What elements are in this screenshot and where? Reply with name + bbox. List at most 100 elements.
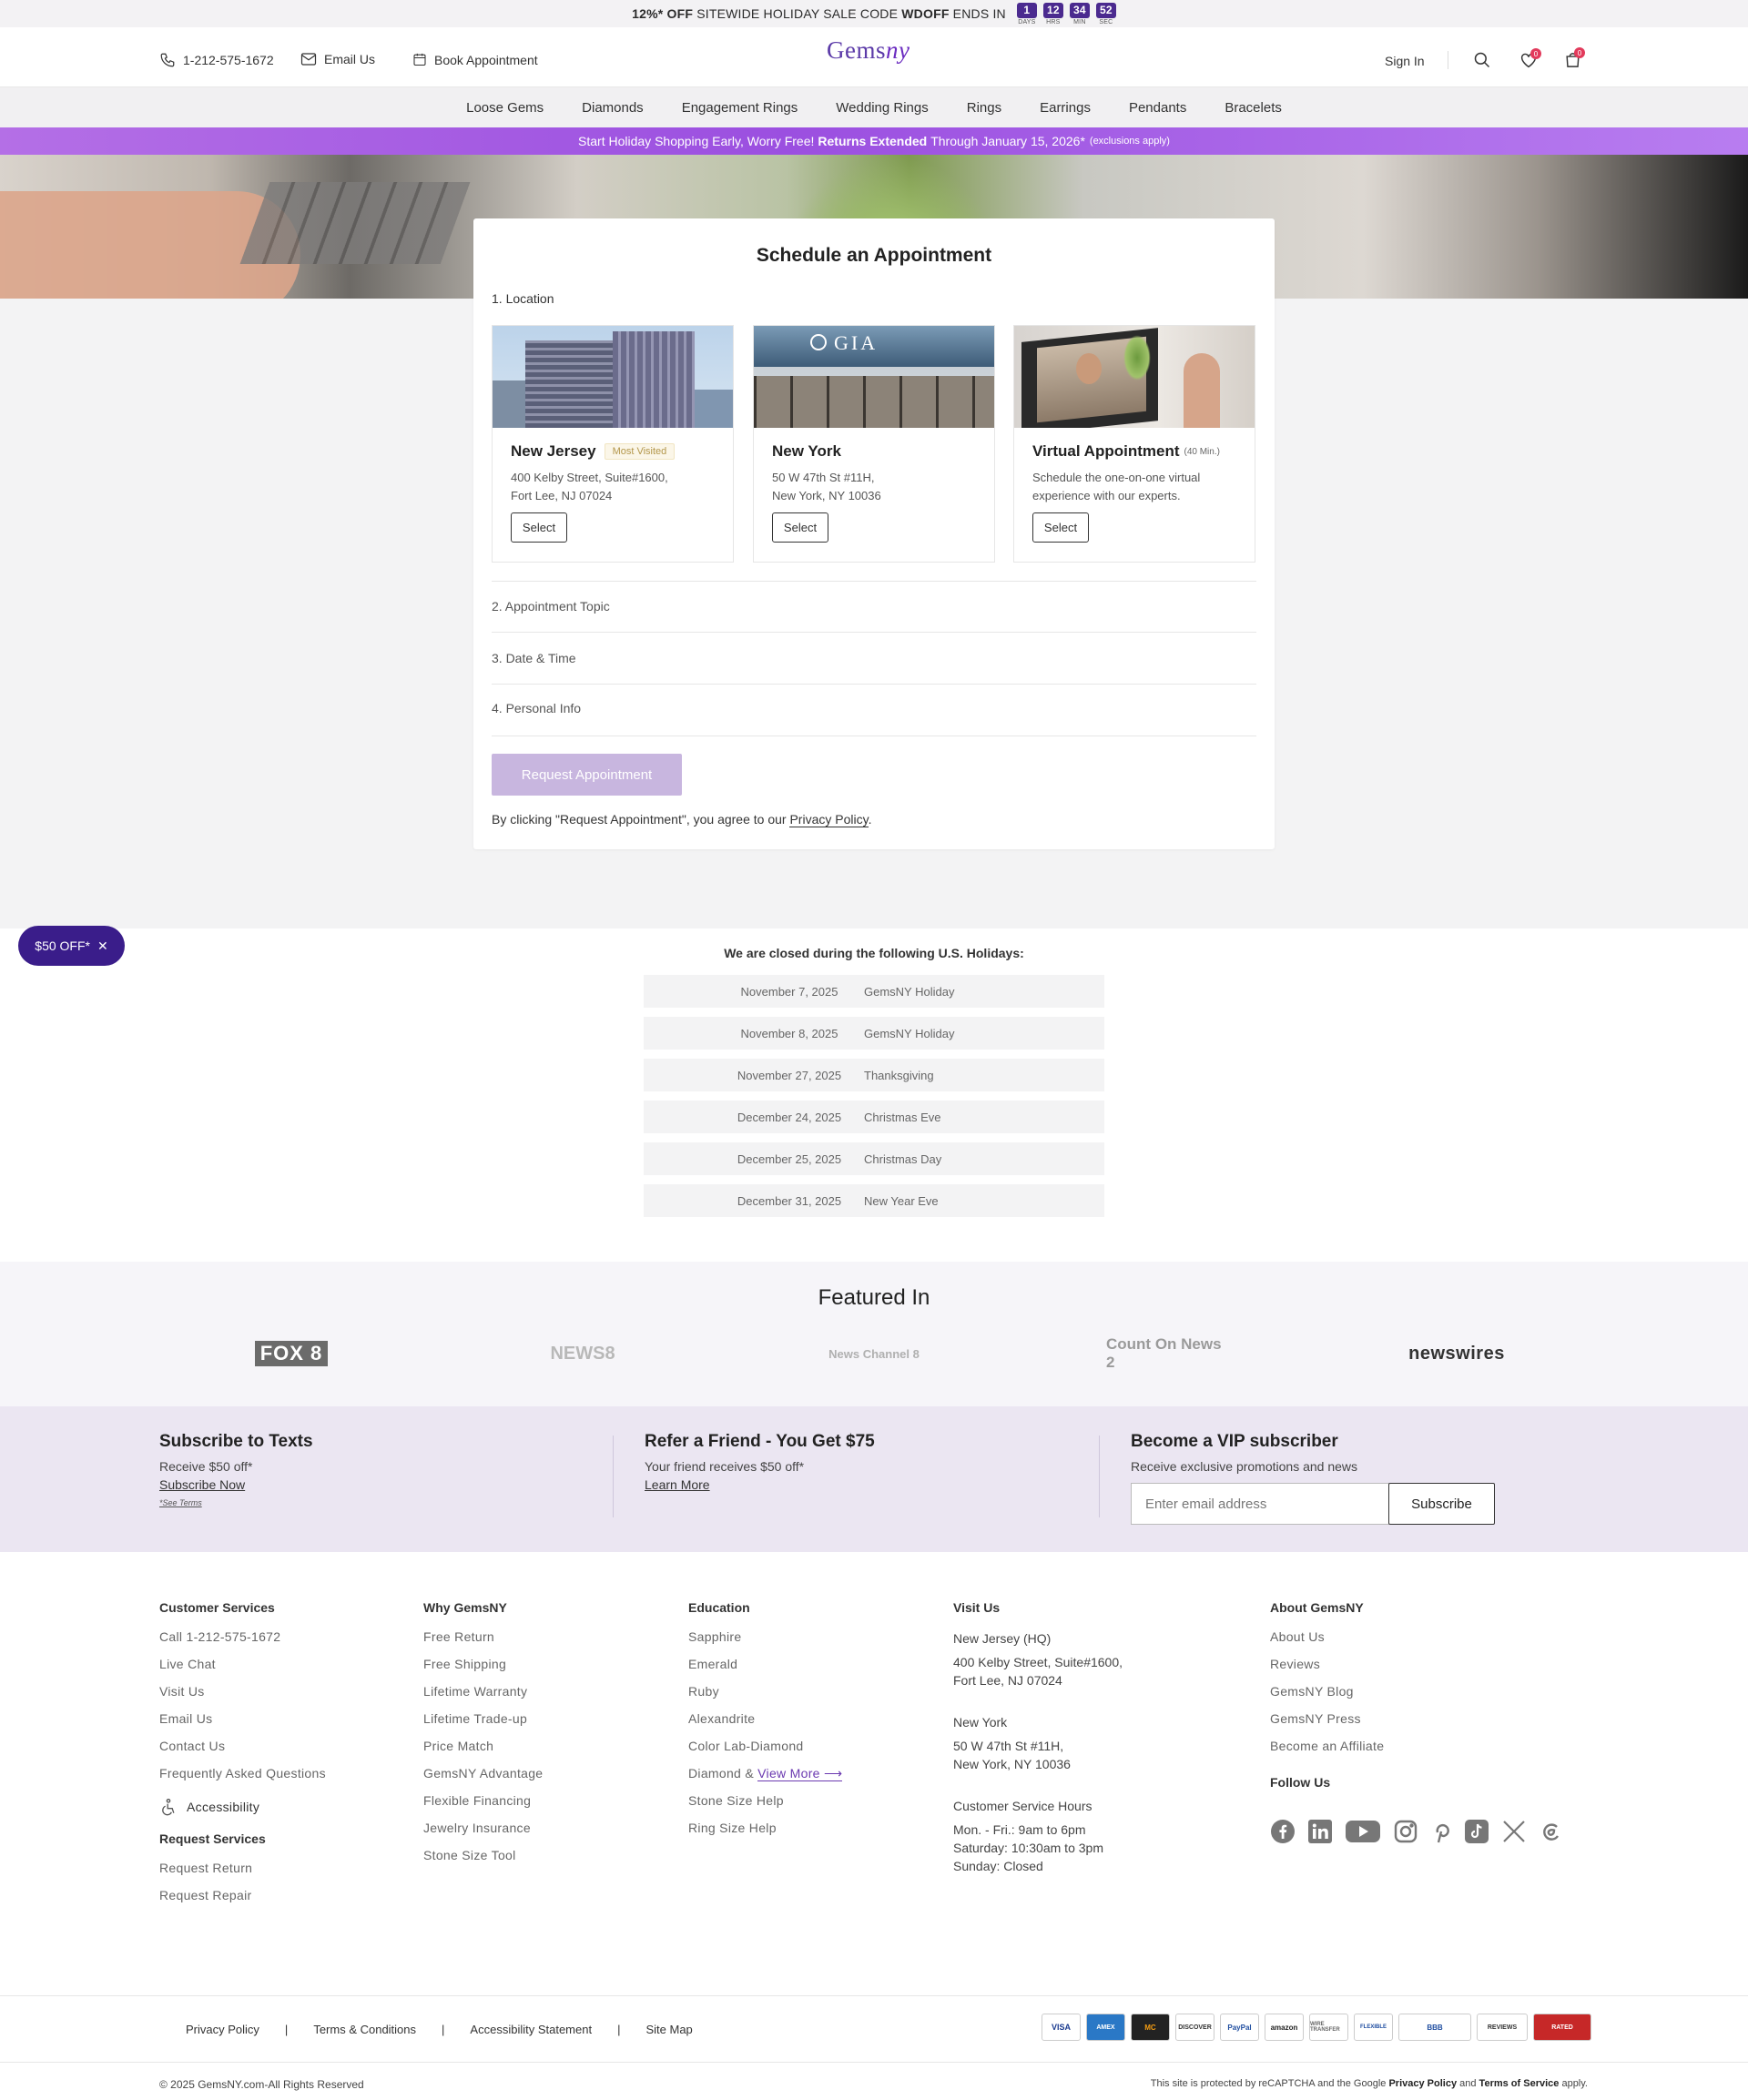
footer-link[interactable]: Ring Size Help	[688, 1821, 842, 1848]
learn-more-link[interactable]: Learn More	[645, 1476, 875, 1494]
holiday-row: November 7, 2025 GemsNY Holiday	[644, 975, 1104, 1008]
nav-item-rings[interactable]: Rings	[948, 100, 1021, 116]
footer-link[interactable]: Free Shipping	[423, 1657, 543, 1684]
footer-link[interactable]: Become an Affiliate	[1270, 1739, 1384, 1766]
mastercard-icon: MC	[1131, 2014, 1170, 2041]
footer-link-call[interactable]: Call 1-212-575-1672	[159, 1629, 326, 1657]
footer-link-live-chat[interactable]: Live Chat	[159, 1657, 326, 1684]
pinterest-icon[interactable]	[1430, 1819, 1452, 1849]
phone-icon	[160, 53, 175, 67]
footer-link-visit-us[interactable]: Visit Us	[159, 1684, 326, 1711]
privacy-policy-link[interactable]: Privacy Policy	[789, 812, 869, 827]
x-icon[interactable]	[1501, 1819, 1527, 1849]
step-divider	[492, 632, 1256, 633]
site-logo[interactable]: Gemsny	[827, 36, 910, 65]
footer-link[interactable]: Lifetime Warranty	[423, 1684, 543, 1711]
footer-heading: Customer Services	[159, 1600, 275, 1615]
subscribe-now-link[interactable]: Subscribe Now	[159, 1476, 313, 1494]
footer-link[interactable]: Ruby	[688, 1684, 842, 1711]
location-card-new-york[interactable]: GIA New York 50 W 47th St #11H, New York…	[753, 325, 995, 563]
location-card-new-jersey[interactable]: New Jersey Most Visited 400 Kelby Street…	[492, 325, 734, 563]
nav-item-earrings[interactable]: Earrings	[1021, 100, 1110, 116]
nav-item-bracelets[interactable]: Bracelets	[1205, 100, 1301, 116]
legal-separator: |	[284, 2023, 289, 2036]
cart-button[interactable]: 0	[1564, 47, 1585, 74]
holiday-returns-banner[interactable]: Start Holiday Shopping Early, Worry Free…	[0, 127, 1748, 155]
news2-logo[interactable]: Count On News 2	[1106, 1335, 1225, 1371]
footer-link[interactable]: Stone Size Help	[688, 1793, 842, 1821]
subscribe-button[interactable]: Subscribe	[1388, 1483, 1495, 1525]
step-appointment-topic[interactable]: 2. Appointment Topic	[492, 599, 610, 614]
tiktok-icon[interactable]	[1464, 1819, 1489, 1849]
legal-link-sitemap[interactable]: Site Map	[645, 2023, 692, 2036]
newswires-logo[interactable]: newswires	[1397, 1340, 1516, 1367]
nav-item-wedding-rings[interactable]: Wedding Rings	[817, 100, 947, 116]
search-button[interactable]	[1473, 51, 1491, 74]
footer-link[interactable]: Free Return	[423, 1629, 543, 1657]
footer-about: About GemsNY About Us Reviews GemsNY Blo…	[1270, 1600, 1384, 1804]
news-channel-8-logo[interactable]: News Channel 8	[824, 1340, 924, 1367]
footer-link[interactable]: Reviews	[1270, 1657, 1384, 1684]
instagram-icon[interactable]	[1393, 1819, 1418, 1849]
email-input[interactable]: Enter email address	[1131, 1483, 1389, 1525]
legal-link-privacy[interactable]: Privacy Policy	[186, 2023, 259, 2036]
threads-icon[interactable]	[1539, 1819, 1562, 1849]
youtube-icon[interactable]	[1345, 1819, 1381, 1849]
payment-methods: VISA AMEX MC DISCOVER PayPal amazon WIRE…	[1042, 2014, 1591, 2041]
footer-link[interactable]: Sapphire	[688, 1629, 842, 1657]
footer-link[interactable]: GemsNY Blog	[1270, 1684, 1384, 1711]
footer-link-diamond[interactable]: Diamond &	[688, 1766, 754, 1780]
nav-item-diamonds[interactable]: Diamonds	[563, 100, 663, 116]
footer-link[interactable]: Alexandrite	[688, 1711, 842, 1739]
step-personal-info[interactable]: 4. Personal Info	[492, 701, 581, 715]
nav-item-pendants[interactable]: Pendants	[1110, 100, 1205, 116]
header-email-link[interactable]: Email Us	[300, 52, 375, 66]
select-new-york-button[interactable]: Select	[772, 512, 828, 543]
location-card-virtual[interactable]: Virtual Appointment (40 Min.) Schedule t…	[1013, 325, 1255, 563]
footer-link-faq[interactable]: Frequently Asked Questions	[159, 1766, 326, 1793]
select-new-jersey-button[interactable]: Select	[511, 512, 567, 543]
legal-link-terms[interactable]: Terms & Conditions	[313, 2023, 416, 2036]
header-phone-link[interactable]: 1-212-575-1672	[159, 52, 274, 68]
facebook-icon[interactable]	[1270, 1819, 1296, 1849]
nav-item-loose-gems[interactable]: Loose Gems	[447, 100, 563, 116]
footer-education: Education Sapphire Emerald Ruby Alexandr…	[688, 1600, 843, 1848]
fox8-logo[interactable]: FOX 8	[246, 1340, 337, 1367]
footer-link[interactable]: GemsNY Advantage	[423, 1766, 543, 1793]
sign-in-link[interactable]: Sign In	[1385, 54, 1425, 68]
select-virtual-button[interactable]: Select	[1032, 512, 1089, 543]
header-book-link[interactable]: Book Appointment	[412, 52, 538, 67]
countdown-minutes: 34 MIN	[1069, 2, 1090, 25]
footer-link[interactable]: About Us	[1270, 1629, 1384, 1657]
see-terms-link[interactable]: *See Terms	[159, 1498, 202, 1507]
footer-link[interactable]: Jewelry Insurance	[423, 1821, 543, 1848]
footer-link[interactable]: Flexible Financing	[423, 1793, 543, 1821]
linkedin-icon[interactable]	[1307, 1819, 1333, 1849]
footer-link[interactable]: GemsNY Press	[1270, 1711, 1384, 1739]
appointment-title: Schedule an Appointment	[756, 245, 992, 266]
view-more-link[interactable]: View More ⟶	[757, 1766, 843, 1781]
step-date-time[interactable]: 3. Date & Time	[492, 651, 576, 665]
new-york-storefront-image: GIA	[754, 326, 994, 428]
news8-logo[interactable]: NEWS8	[537, 1340, 628, 1367]
google-privacy-link[interactable]: Privacy Policy	[1388, 2078, 1457, 2089]
footer-link-contact-us[interactable]: Contact Us	[159, 1739, 326, 1766]
footer-link-request-repair[interactable]: Request Repair	[159, 1888, 326, 1915]
footer-link-request-return[interactable]: Request Return	[159, 1861, 326, 1888]
ny-address-1: 50 W 47th St #11H,	[953, 1739, 1064, 1753]
legal-link-accessibility[interactable]: Accessibility Statement	[470, 2023, 592, 2036]
step-location-label: 1. Location	[492, 291, 554, 306]
footer-link-email-us[interactable]: Email Us	[159, 1711, 326, 1739]
request-appointment-button[interactable]: Request Appointment	[492, 754, 682, 796]
nav-item-engagement-rings[interactable]: Engagement Rings	[663, 100, 818, 116]
wishlist-button[interactable]: 0	[1519, 48, 1541, 73]
bbb-rating-icon: BBB	[1398, 2014, 1471, 2041]
google-terms-link[interactable]: Terms of Service	[1479, 2078, 1560, 2089]
footer-link[interactable]: Stone Size Tool	[423, 1848, 543, 1875]
footer-link[interactable]: Price Match	[423, 1739, 543, 1766]
footer-link[interactable]: Lifetime Trade-up	[423, 1711, 543, 1739]
footer-link[interactable]: Emerald	[688, 1657, 842, 1684]
footer-link[interactable]: Color Lab-Diamond	[688, 1739, 842, 1766]
promo-code: WDOFF	[901, 6, 950, 21]
footer-link-accessibility[interactable]: Accessibility	[159, 1793, 326, 1821]
